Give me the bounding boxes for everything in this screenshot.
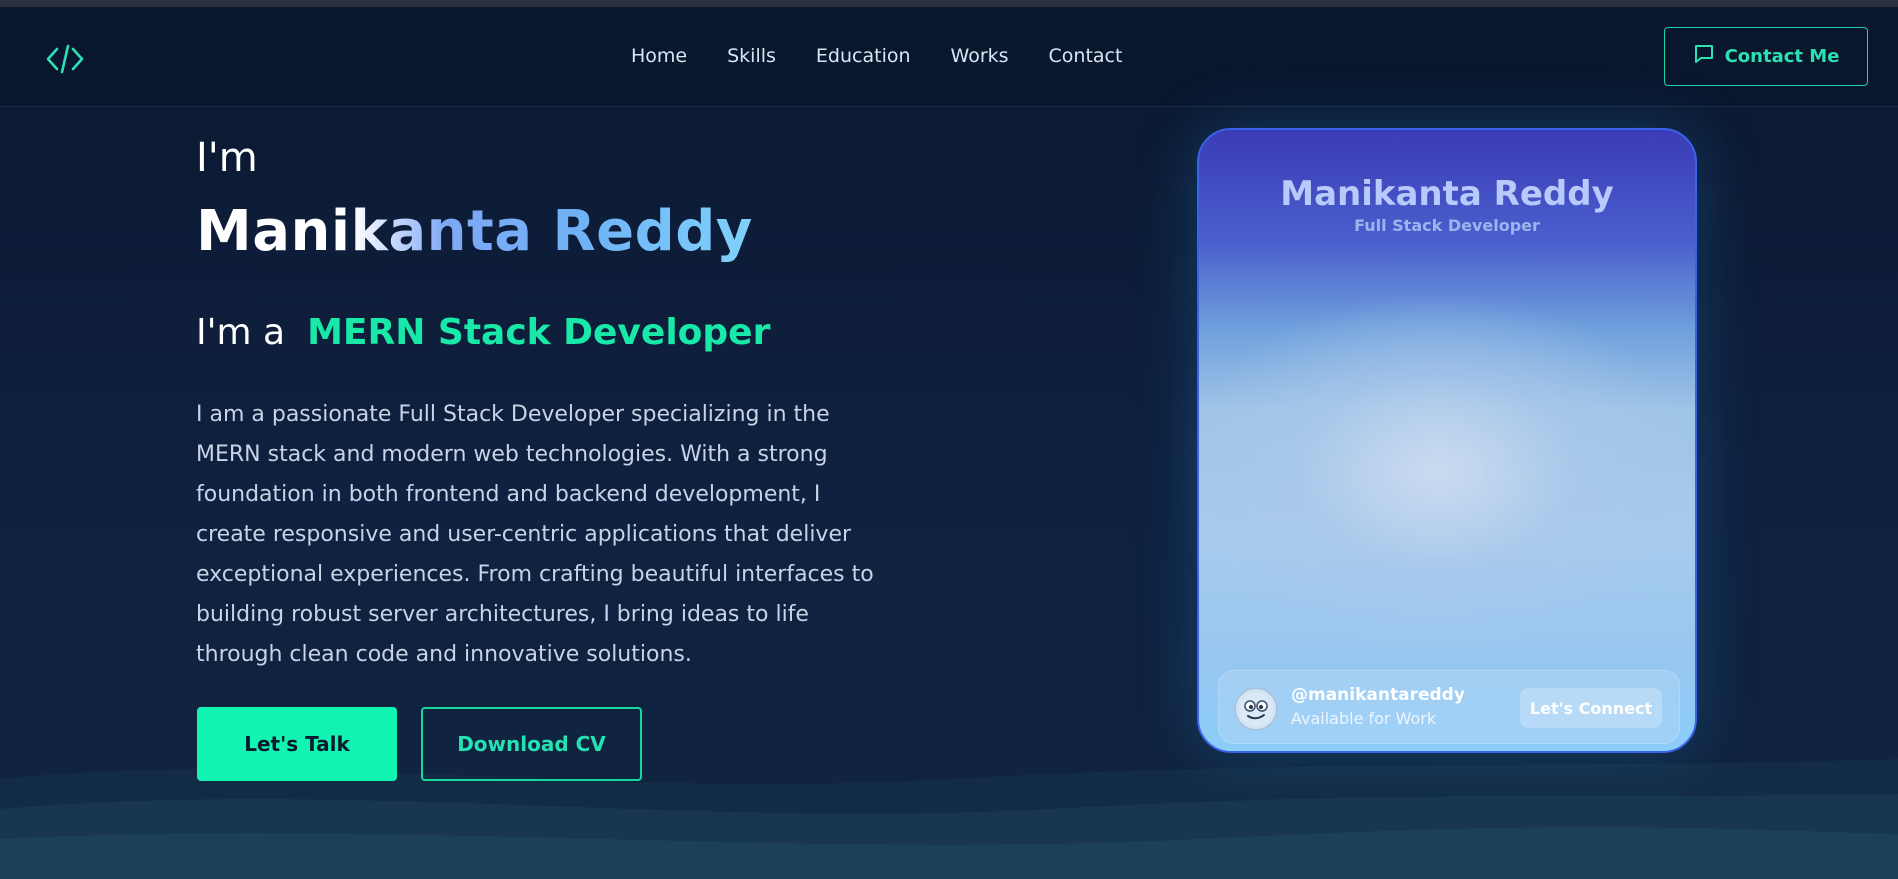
card-status: Available for Work xyxy=(1291,709,1437,728)
contact-me-label: Contact Me xyxy=(1724,46,1840,67)
hero-bio: I am a passionate Full Stack Developer s… xyxy=(196,402,874,667)
card-title: Full Stack Developer xyxy=(1354,216,1540,235)
card-handle: @manikantareddy xyxy=(1291,685,1465,705)
hero-name: Manikanta Reddy xyxy=(196,199,753,264)
hero-role-row: I'm a MERN Stack Developer xyxy=(196,312,770,353)
hero-role-prefix: I'm a xyxy=(196,312,286,353)
profile-card: Manikanta Reddy Full Stack Developer @ma… xyxy=(1197,128,1697,753)
hero-intro: I'm xyxy=(196,135,258,181)
emoji-avatar-icon xyxy=(1234,687,1278,731)
chat-bubble-icon xyxy=(1693,43,1715,70)
hero-role: MERN Stack Developer xyxy=(307,312,771,353)
download-cv-button[interactable]: Download CV xyxy=(421,707,642,781)
lets-connect-button[interactable]: Let's Connect xyxy=(1520,688,1662,728)
nav-link-contact[interactable]: Contact xyxy=(1049,45,1123,67)
nav-links: Home Skills Education Works Contact xyxy=(631,45,1122,67)
portfolio-page: Home Skills Education Works Contact Cont… xyxy=(0,7,1898,879)
nav-link-education[interactable]: Education xyxy=(816,45,911,67)
navbar: Home Skills Education Works Contact Cont… xyxy=(0,7,1898,107)
card-footer: @manikantareddy Available for Work Let's… xyxy=(1218,670,1680,744)
contact-me-button[interactable]: Contact Me xyxy=(1664,27,1868,86)
code-brackets-icon[interactable] xyxy=(46,43,84,75)
nav-link-home[interactable]: Home xyxy=(631,45,687,67)
lets-talk-button[interactable]: Let's Talk xyxy=(197,707,397,781)
card-name: Manikanta Reddy xyxy=(1280,174,1614,214)
nav-link-works[interactable]: Works xyxy=(951,45,1009,67)
nav-link-skills[interactable]: Skills xyxy=(727,45,776,67)
browser-top-strip xyxy=(0,0,1898,7)
